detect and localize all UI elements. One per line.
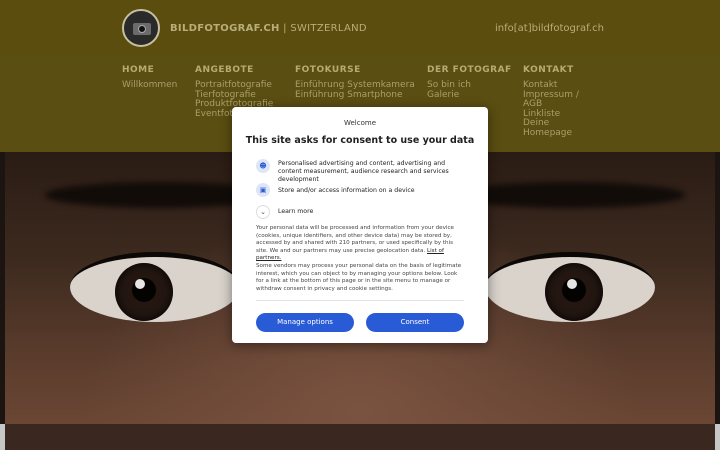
- brand-name: BILDFOTOGRAF.CH: [170, 23, 280, 34]
- logo[interactable]: [122, 9, 160, 47]
- purpose-device-text: Store and/or access information on a dev…: [278, 187, 415, 194]
- right-eyebrow: [455, 182, 685, 208]
- manage-options-button[interactable]: Manage options: [256, 313, 354, 332]
- consent-dialog: Welcome This site asks for consent to us…: [232, 107, 488, 343]
- email-link[interactable]: info[at]bildfotograf.ch: [495, 23, 604, 34]
- brand-separator: |: [279, 23, 291, 34]
- consent-button[interactable]: Consent: [366, 313, 464, 332]
- learn-more-label: Learn more: [278, 208, 314, 215]
- nav-link-galerie[interactable]: Galerie: [427, 90, 512, 101]
- dialog-welcome: Welcome: [343, 119, 377, 127]
- chevron-down-icon: ⌄: [256, 205, 270, 219]
- purpose-advertising-text: Personalised advertising and content, ad…: [278, 160, 449, 183]
- consent-body-2: Some vendors may process your personal d…: [256, 263, 462, 292]
- dialog-divider: [256, 300, 464, 301]
- right-glint: [567, 279, 577, 289]
- nav-col-fotograf: DER FOTOGRAF So bin ich Galerie: [427, 65, 512, 100]
- consent-body-1: Your personal data will be processed and…: [256, 225, 466, 263]
- brand-title[interactable]: BILDFOTOGRAF.CH | SWITZERLAND: [170, 23, 367, 34]
- device-icon: ▣: [256, 183, 270, 197]
- brand-region: SWITZERLAND: [290, 23, 367, 34]
- body-1-text: Your personal data will be processed and…: [256, 225, 454, 254]
- nav-heading-home[interactable]: HOME: [122, 65, 177, 75]
- nav-heading-kontakt[interactable]: KONTAKT: [523, 65, 579, 75]
- page-bottom-strip: [0, 424, 720, 450]
- nav-heading-fotograf[interactable]: DER FOTOGRAF: [427, 65, 512, 75]
- site-header: BILDFOTOGRAF.CH | SWITZERLAND info[at]bi…: [0, 0, 720, 55]
- nav-heading-angebote[interactable]: ANGEBOTE: [195, 65, 273, 75]
- nav-col-home: HOME Willkommen: [122, 65, 177, 91]
- person-icon: ☻: [256, 159, 270, 173]
- right-eye: [485, 252, 655, 322]
- bottom-strip-inner: [5, 424, 715, 450]
- nav-link-smartphone[interactable]: Einführung Smartphone: [295, 90, 415, 101]
- nav-heading-fotokurse[interactable]: FOTOKURSE: [295, 65, 415, 75]
- nav-link-homepage[interactable]: Homepage: [523, 128, 579, 139]
- lens-icon: [138, 25, 146, 33]
- nav-col-kontakt: KONTAKT Kontakt Impressum / AGB Linklist…: [523, 65, 579, 139]
- left-glint: [135, 279, 145, 289]
- nav-link-willkommen[interactable]: Willkommen: [122, 80, 177, 91]
- dialog-title: This site asks for consent to use your d…: [245, 135, 475, 146]
- nav-col-fotokurse: FOTOKURSE Einführung Systemkamera Einfüh…: [295, 65, 415, 100]
- left-eye: [70, 252, 240, 322]
